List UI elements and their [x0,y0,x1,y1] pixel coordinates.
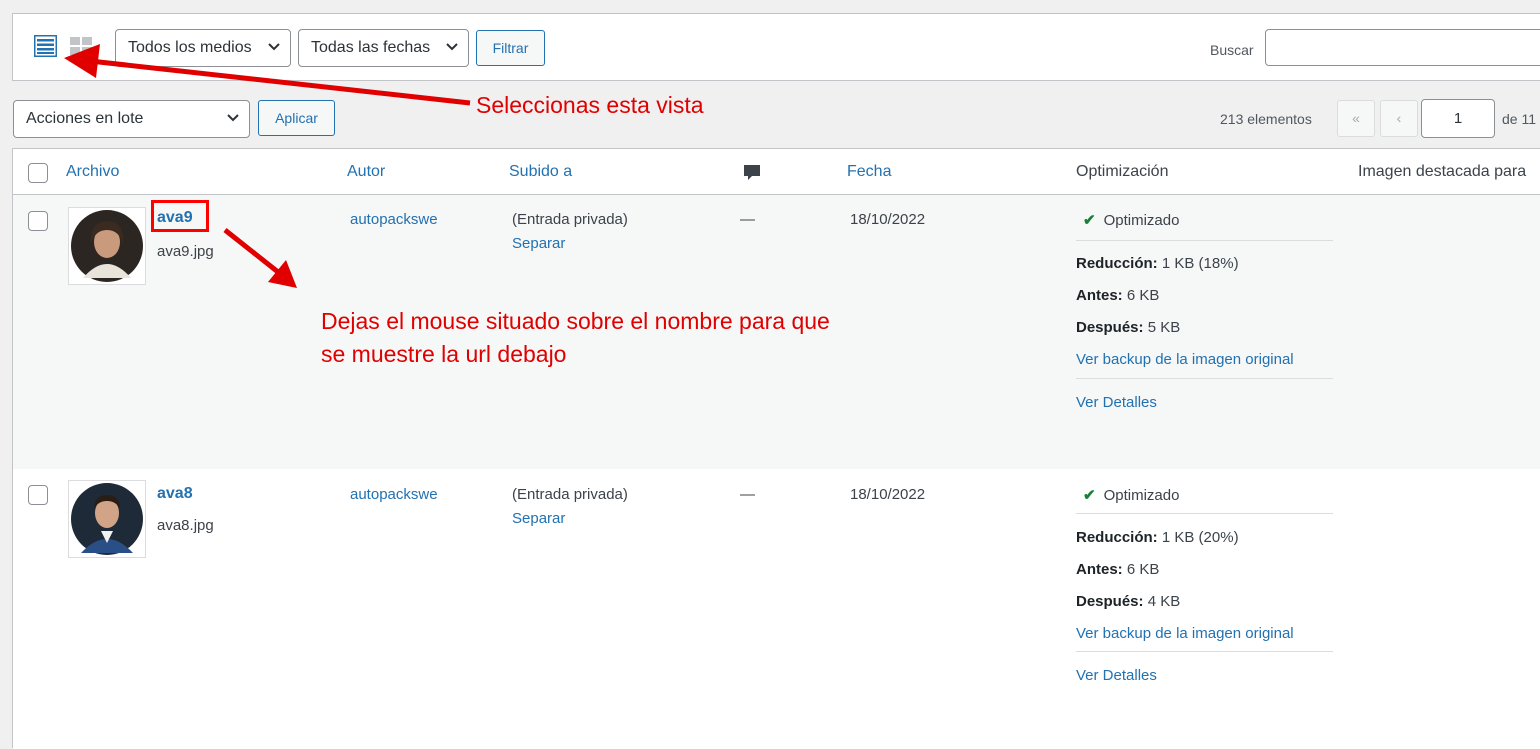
chevron-down-icon [446,43,458,51]
divider [1076,240,1333,241]
comment-icon[interactable] [743,164,761,182]
column-header-featured-image: Imagen destacada para [1358,163,1527,180]
media-title-link[interactable]: ava8 [157,485,193,503]
list-view-icon[interactable] [34,35,57,57]
comment-count: — [740,211,755,228]
divider [1076,651,1333,652]
bulk-actions-select[interactable]: Acciones en lote [13,100,250,138]
before-size-info: Antes: 6 KB [1076,561,1159,578]
apply-button[interactable]: Aplicar [258,100,335,136]
search-input[interactable] [1265,29,1540,66]
before-size-info: Antes: 6 KB [1076,287,1159,304]
author-link[interactable]: autopackswe [350,211,438,228]
media-filter-bar: Todos los medios Todas las fechas Filtra… [12,13,1540,81]
media-table: Archivo Autor Subido a Fecha Optimizació… [12,148,1540,749]
highlight-box [151,200,209,232]
bulk-actions-select-value: Acciones en lote [26,110,144,127]
after-size-info: Después: 4 KB [1076,593,1180,610]
reduction-label: Reducción: [1076,529,1158,546]
check-icon: ✔ [1083,487,1096,504]
filter-button[interactable]: Filtrar [476,30,545,66]
reduction-info: Reducción: 1 KB (20%) [1076,529,1239,546]
items-count: 213 elementos [1220,111,1312,127]
upload-date: 18/10/2022 [850,486,926,503]
before-label: Antes: [1076,287,1123,304]
chevron-down-icon [227,114,239,122]
annotation-hover-note-line2: se muestre la url debajo [321,341,567,367]
table-header: Archivo Autor Subido a Fecha Optimizació… [13,149,1540,195]
upload-date: 18/10/2022 [850,211,926,228]
author-link[interactable]: autopackswe [350,486,438,503]
row-checkbox[interactable] [28,485,48,505]
select-all-checkbox[interactable] [28,163,48,183]
reduction-value: 1 KB (18%) [1161,255,1239,272]
column-header-uploaded-to[interactable]: Subido a [509,163,572,181]
view-details-link[interactable]: Ver Detalles [1076,667,1157,684]
chevron-down-icon [268,43,280,51]
current-page-input[interactable]: 1 [1421,99,1495,138]
view-details-link[interactable]: Ver Detalles [1076,394,1157,411]
media-type-select-value: Todos los medios [128,39,252,56]
optimization-status: ✔ Optimizado [1083,211,1179,229]
table-row: ava8 ava8.jpg autopackswe (Entrada priva… [13,469,1540,749]
date-select-value: Todas las fechas [311,39,431,56]
media-filename: ava8.jpg [157,517,214,534]
view-backup-link[interactable]: Ver backup de la imagen original [1076,351,1294,368]
column-header-file[interactable]: Archivo [66,163,119,181]
uploaded-to-label: (Entrada privada) [512,486,628,503]
before-label: Antes: [1076,561,1123,578]
before-value: 6 KB [1126,561,1160,578]
divider [1076,513,1333,514]
detach-link[interactable]: Separar [512,235,565,252]
comment-count: — [740,486,755,503]
view-backup-link[interactable]: Ver backup de la imagen original [1076,625,1294,642]
divider [1076,378,1333,379]
media-thumbnail[interactable] [68,480,146,558]
after-label: Después: [1076,319,1144,336]
total-pages-label: de 11 [1502,111,1536,127]
optimization-status-label: Optimizado [1103,487,1180,504]
before-value: 6 KB [1126,287,1160,304]
optimization-status: ✔ Optimizado [1083,486,1179,504]
after-value: 5 KB [1147,319,1181,336]
reduction-value: 1 KB (20%) [1161,529,1239,546]
optimization-status-label: Optimizado [1103,212,1180,229]
row-checkbox[interactable] [28,211,48,231]
column-header-date[interactable]: Fecha [847,163,891,181]
media-thumbnail[interactable] [68,207,146,285]
after-value: 4 KB [1147,593,1181,610]
reduction-info: Reducción: 1 KB (18%) [1076,255,1239,272]
reduction-label: Reducción: [1076,255,1158,272]
media-filename: ava9.jpg [157,243,214,260]
first-page-button[interactable]: « [1337,100,1375,137]
search-label: Buscar [1210,42,1254,58]
man-portrait-icon [71,483,143,555]
column-header-author[interactable]: Autor [347,163,385,181]
media-type-select[interactable]: Todos los medios [115,29,291,67]
date-select[interactable]: Todas las fechas [298,29,469,67]
annotation-view-note: Seleccionas esta vista [476,92,704,118]
woman-portrait-icon [71,210,143,282]
grid-view-icon[interactable] [69,36,93,56]
after-label: Después: [1076,593,1144,610]
after-size-info: Después: 5 KB [1076,319,1180,336]
detach-link[interactable]: Separar [512,510,565,527]
check-icon: ✔ [1083,212,1096,229]
uploaded-to-label: (Entrada privada) [512,211,628,228]
annotation-hover-note-line1: Dejas el mouse situado sobre el nombre p… [321,308,830,334]
prev-page-button[interactable]: ‹ [1380,100,1418,137]
column-header-optimization: Optimización [1076,163,1169,180]
